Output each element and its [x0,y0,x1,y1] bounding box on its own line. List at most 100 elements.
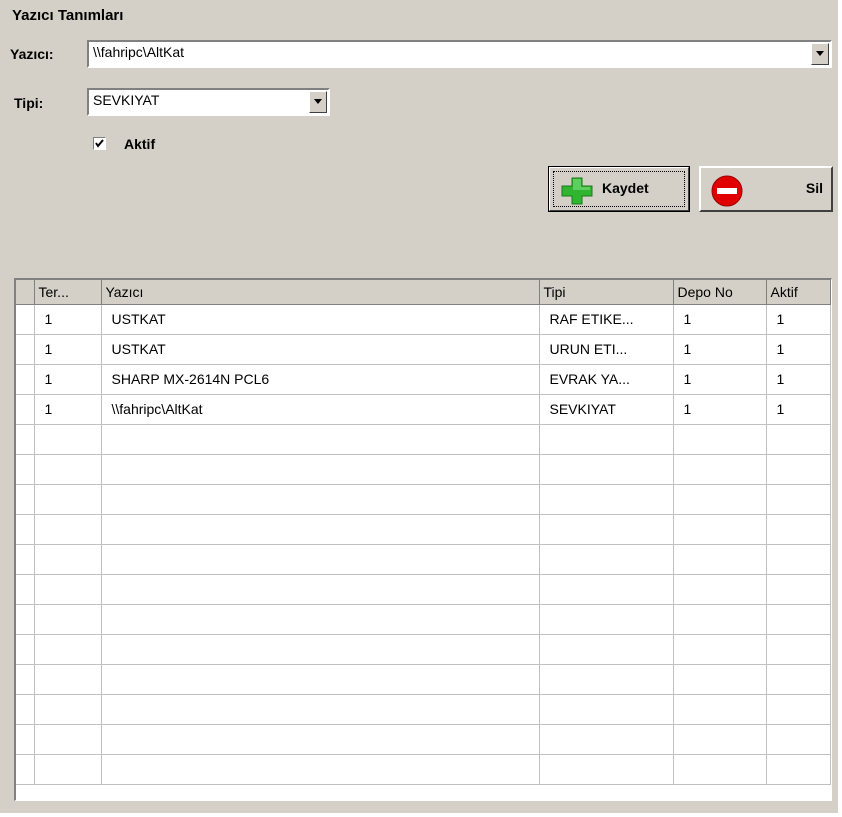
row-indicator[interactable] [16,334,35,365]
table-cell[interactable]: RAF ETIKE... [539,304,674,335]
empty-cell [101,694,540,725]
table-cell[interactable]: SHARP MX-2614N PCL6 [101,364,540,395]
table-cell[interactable]: 1 [34,394,102,425]
table-cell[interactable]: \\fahripc\AltKat [101,394,540,425]
table-cell[interactable]: 1 [34,304,102,335]
empty-cell [101,454,540,485]
delete-label: Sil [805,180,823,196]
empty-cell [766,484,831,515]
empty-row [16,664,831,695]
empty-row [16,754,831,785]
empty-cell [766,634,831,665]
empty-row [16,694,831,725]
table-cell[interactable]: 1 [673,394,767,425]
table-cell[interactable]: URUN ETI... [539,334,674,365]
empty-cell [16,544,35,575]
table-cell[interactable]: USTKAT [101,334,540,365]
empty-cell [101,484,540,515]
column-header-active[interactable]: Aktif [766,280,831,305]
empty-cell [766,604,831,635]
empty-row [16,514,831,545]
empty-cell [34,604,102,635]
table-cell[interactable]: 1 [34,334,102,365]
empty-cell [539,634,674,665]
type-value: SEVKIYAT [93,92,160,108]
empty-cell [766,544,831,575]
delete-button[interactable]: Sil [699,166,833,212]
table-cell[interactable]: 1 [673,334,767,365]
printer-label: Yazıcı: [10,46,54,62]
printer-combobox[interactable]: \\fahripc\AltKat [87,40,832,68]
table-row[interactable]: 1 SHARP MX-2614N PCL6 EVRAK YA... 1 1 [16,364,831,395]
table-cell[interactable]: 1 [766,334,831,365]
empty-cell [16,574,35,605]
column-header-depot-no[interactable]: Depo No [673,280,767,305]
empty-cell [673,724,767,755]
empty-row [16,424,831,455]
table-row[interactable]: 1 \\fahripc\AltKat SEVKIYAT 1 1 [16,394,831,425]
empty-cell [101,634,540,665]
empty-cell [34,484,102,515]
empty-cell [766,424,831,455]
printer-value: \\fahripc\AltKat [93,44,185,60]
empty-cell [673,454,767,485]
table-row[interactable]: 1 USTKAT URUN ETI... 1 1 [16,334,831,365]
empty-cell [766,754,831,785]
empty-cell [539,424,674,455]
column-header-printer[interactable]: Yazıcı [101,280,540,305]
table-cell[interactable]: 1 [673,304,767,335]
empty-cell [16,634,35,665]
empty-cell [16,514,35,545]
empty-cell [673,694,767,725]
empty-cell [539,454,674,485]
empty-cell [34,544,102,575]
chevron-down-icon[interactable] [811,43,829,65]
chevron-down-icon[interactable] [309,91,327,113]
column-header-terminal[interactable]: Ter... [34,280,102,305]
active-checkbox[interactable] [93,137,106,150]
row-indicator-header [16,280,35,305]
save-label: Kaydet [602,180,649,196]
empty-cell [766,694,831,725]
empty-cell [766,724,831,755]
empty-cell [539,604,674,635]
empty-cell [673,634,767,665]
column-header-type[interactable]: Tipi [539,280,674,305]
row-indicator[interactable] [16,394,35,425]
table-cell[interactable]: USTKAT [101,304,540,335]
table-cell[interactable]: SEVKIYAT [539,394,674,425]
type-combobox[interactable]: SEVKIYAT [87,88,330,116]
active-label: Aktif [124,136,156,152]
empty-cell [539,484,674,515]
empty-row [16,574,831,605]
empty-cell [16,484,35,515]
empty-cell [34,634,102,665]
empty-cell [101,424,540,455]
empty-cell [539,694,674,725]
table-cell[interactable]: EVRAK YA... [539,364,674,395]
check-icon [95,139,104,148]
empty-cell [673,544,767,575]
table-cell[interactable]: 1 [34,364,102,395]
empty-cell [766,454,831,485]
empty-cell [34,664,102,695]
save-button[interactable]: Kaydet [548,166,690,212]
empty-cell [16,604,35,635]
empty-cell [539,514,674,545]
empty-cell [16,694,35,725]
table-cell[interactable]: 1 [766,304,831,335]
table-cell[interactable]: 1 [766,364,831,395]
table-cell[interactable]: 1 [673,364,767,395]
row-indicator[interactable] [16,304,35,335]
table-row[interactable]: 1 USTKAT RAF ETIKE... 1 1 [16,304,831,335]
empty-cell [101,754,540,785]
empty-cell [673,574,767,605]
empty-cell [101,664,540,695]
table-cell[interactable]: 1 [766,394,831,425]
empty-cell [101,724,540,755]
row-indicator[interactable] [16,364,35,395]
empty-cell [16,454,35,485]
empty-cell [34,514,102,545]
empty-cell [673,604,767,635]
printer-grid[interactable]: Ter... Yazıcı Tipi Depo No Aktif 1 USTKAT… [14,278,832,801]
